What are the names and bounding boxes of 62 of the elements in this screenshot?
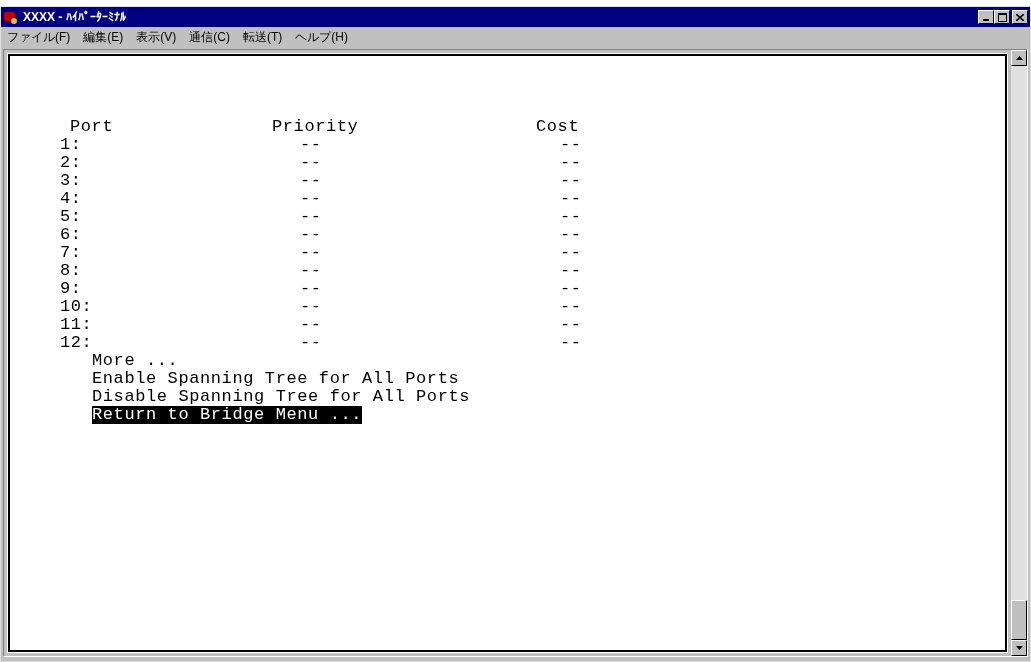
cost-cell: -- <box>560 135 582 154</box>
port-cell: 4: <box>60 189 82 208</box>
port-cell: 7: <box>60 243 82 262</box>
minimize-button[interactable] <box>978 10 994 24</box>
cost-cell: -- <box>560 261 582 280</box>
cost-cell: -- <box>560 189 582 208</box>
priority-cell: -- <box>300 207 322 226</box>
cost-cell: -- <box>560 297 582 316</box>
menu-item[interactable]: 転送(T) <box>243 28 283 46</box>
menu-option[interactable]: More ... <box>92 352 179 370</box>
scroll-down-button[interactable] <box>1011 640 1027 656</box>
down-arrow-icon <box>1015 646 1023 650</box>
port-cell: 3: <box>60 171 82 190</box>
priority-cell: -- <box>300 189 322 208</box>
window-title: XXXX - ﾊｲﾊﾟｰﾀｰﾐﾅﾙ <box>23 9 126 26</box>
priority-cell: -- <box>300 171 322 190</box>
port-cell: 5: <box>60 207 82 226</box>
scroll-up-button[interactable] <box>1011 50 1027 66</box>
menu-option[interactable]: Disable Spanning Tree for All Ports <box>92 388 471 406</box>
menu-option[interactable]: Enable Spanning Tree for All Ports <box>92 370 460 388</box>
menu-item[interactable]: 表示(V) <box>136 28 177 46</box>
port-cell: 8: <box>60 261 82 280</box>
cost-cell: -- <box>560 333 582 352</box>
cost-cell: -- <box>560 225 582 244</box>
cost-cell: -- <box>560 171 582 190</box>
close-button[interactable] <box>1012 10 1028 24</box>
port-cell: 9: <box>60 279 82 298</box>
port-cell: 10: <box>60 297 93 316</box>
priority-cell: -- <box>300 153 322 172</box>
cost-cell: -- <box>560 243 582 262</box>
column-header: Cost <box>536 117 580 136</box>
close-icon <box>1016 13 1024 21</box>
maximize-icon <box>997 12 1007 22</box>
minimize-icon <box>983 19 989 21</box>
port-cell: 6: <box>60 225 82 244</box>
menu-item[interactable]: 編集(E) <box>83 28 124 46</box>
priority-cell: -- <box>300 225 322 244</box>
port-cell: 12: <box>60 333 93 352</box>
port-cell: 11: <box>60 315 93 334</box>
scroll-thumb[interactable] <box>1011 600 1027 640</box>
priority-cell: -- <box>300 333 322 352</box>
cost-cell: -- <box>560 207 582 226</box>
maximize-button[interactable] <box>994 10 1010 24</box>
cost-cell: -- <box>560 279 582 298</box>
priority-cell: -- <box>300 135 322 154</box>
menu-item[interactable]: ヘルプ(H) <box>295 28 348 46</box>
priority-cell: -- <box>300 261 322 280</box>
scrollbar[interactable] <box>1011 50 1027 656</box>
up-arrow-icon <box>1015 56 1023 60</box>
priority-cell: -- <box>300 315 322 334</box>
column-header: Port <box>70 117 114 136</box>
priority-cell: -- <box>300 279 322 298</box>
menu-option[interactable]: Return to Bridge Menu ... <box>92 406 363 424</box>
port-cell: 1: <box>60 135 82 154</box>
port-cell: 2: <box>60 153 82 172</box>
menu-item[interactable]: ファイル(F) <box>7 28 71 46</box>
cost-cell: -- <box>560 153 582 172</box>
column-header: Priority <box>272 117 359 136</box>
menu-item[interactable]: 通信(C) <box>189 28 230 46</box>
priority-cell: -- <box>300 297 322 316</box>
cost-cell: -- <box>560 315 582 334</box>
priority-cell: -- <box>300 243 322 262</box>
